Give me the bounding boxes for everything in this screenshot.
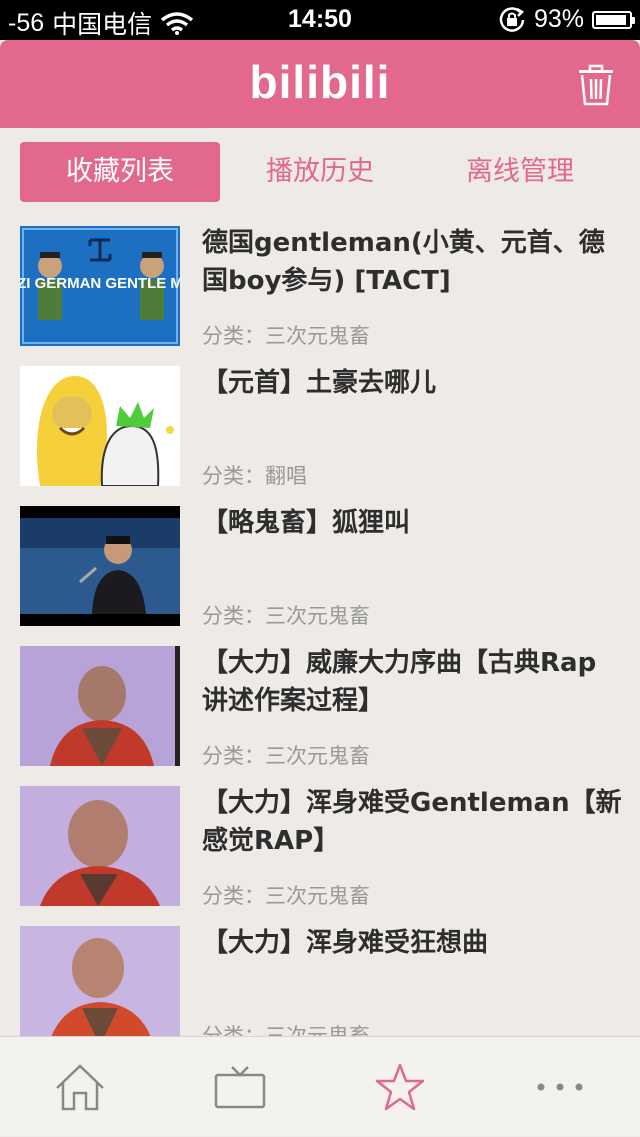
star-icon (375, 1063, 425, 1111)
video-category: 分类：三次元鬼畜 (202, 884, 370, 908)
rotation-lock-icon (499, 6, 525, 32)
battery-level (596, 14, 626, 25)
video-category: 分类：三次元鬼畜 (202, 324, 370, 348)
nav-bar: bilibili (0, 40, 640, 128)
more-icon (537, 1083, 583, 1091)
trash-icon[interactable] (578, 64, 614, 106)
video-title: 【元首】土豪去哪儿 (202, 368, 437, 398)
video-list: NAZI GERMAN GENTLE MAN 德国gentleman(小黄、元首… (0, 216, 640, 1036)
battery-icon (592, 10, 635, 29)
video-thumbnail (20, 646, 180, 766)
video-thumbnail (20, 366, 180, 486)
video-thumbnail (20, 506, 180, 626)
tabbar-tv[interactable] (160, 1037, 320, 1137)
video-category: 分类：翻唱 (202, 464, 307, 488)
video-category: 分类：三次元鬼畜 (202, 1024, 370, 1036)
list-item[interactable]: 【大力】浑身难受狂想曲 分类：三次元鬼畜 (0, 916, 640, 1036)
home-icon (56, 1064, 104, 1111)
video-category: 分类：三次元鬼畜 (202, 604, 370, 628)
tabbar-home[interactable] (0, 1037, 160, 1137)
tab-history[interactable]: 播放历史 (220, 142, 420, 202)
tab-favorites[interactable]: 收藏列表 (20, 142, 220, 202)
video-title: 【大力】浑身难受Gentleman【新感觉RAP】 (202, 788, 622, 856)
list-item[interactable]: 【大力】威廉大力序曲【古典Rap讲述作案过程】 分类：三次元鬼畜 (0, 636, 640, 776)
segment-tabs: 收藏列表 播放历史 离线管理 (20, 142, 620, 202)
bottom-tab-bar (0, 1036, 640, 1136)
tab-offline[interactable]: 离线管理 (420, 142, 620, 202)
video-title: 【大力】威廉大力序曲【古典Rap讲述作案过程】 (202, 648, 597, 716)
tabbar-favorites[interactable] (320, 1037, 480, 1137)
video-title: 【大力】浑身难受狂想曲 (202, 928, 489, 958)
battery-percent: 93% (533, 5, 584, 33)
video-category: 分类：三次元鬼畜 (202, 744, 370, 768)
list-item[interactable]: 【大力】浑身难受Gentleman【新感觉RAP】 分类：三次元鬼畜 (0, 776, 640, 916)
video-title: 【略鬼畜】狐狸叫 (202, 508, 411, 538)
list-item[interactable]: NAZI GERMAN GENTLE MAN 德国gentleman(小黄、元首… (0, 216, 640, 356)
thumb-word-1: NAZI GERMAN GENTLE MAN (20, 275, 180, 292)
video-thumbnail: NAZI GERMAN GENTLE MAN (20, 226, 180, 346)
list-item[interactable]: 【略鬼畜】狐狸叫 分类：三次元鬼畜 (0, 496, 640, 636)
video-title: 德国gentleman(小黄、元首、德国boy参与) [TACT] (202, 228, 605, 296)
tabbar-more[interactable] (480, 1037, 640, 1137)
video-thumbnail (20, 926, 180, 1036)
status-bar: -56 中国电信 14:50 93% (0, 0, 640, 40)
list-item[interactable]: 【元首】土豪去哪儿 分类：翻唱 (0, 356, 640, 496)
video-thumbnail (20, 786, 180, 906)
tv-icon (214, 1066, 266, 1109)
bilibili-logo: bilibili (249, 56, 391, 108)
